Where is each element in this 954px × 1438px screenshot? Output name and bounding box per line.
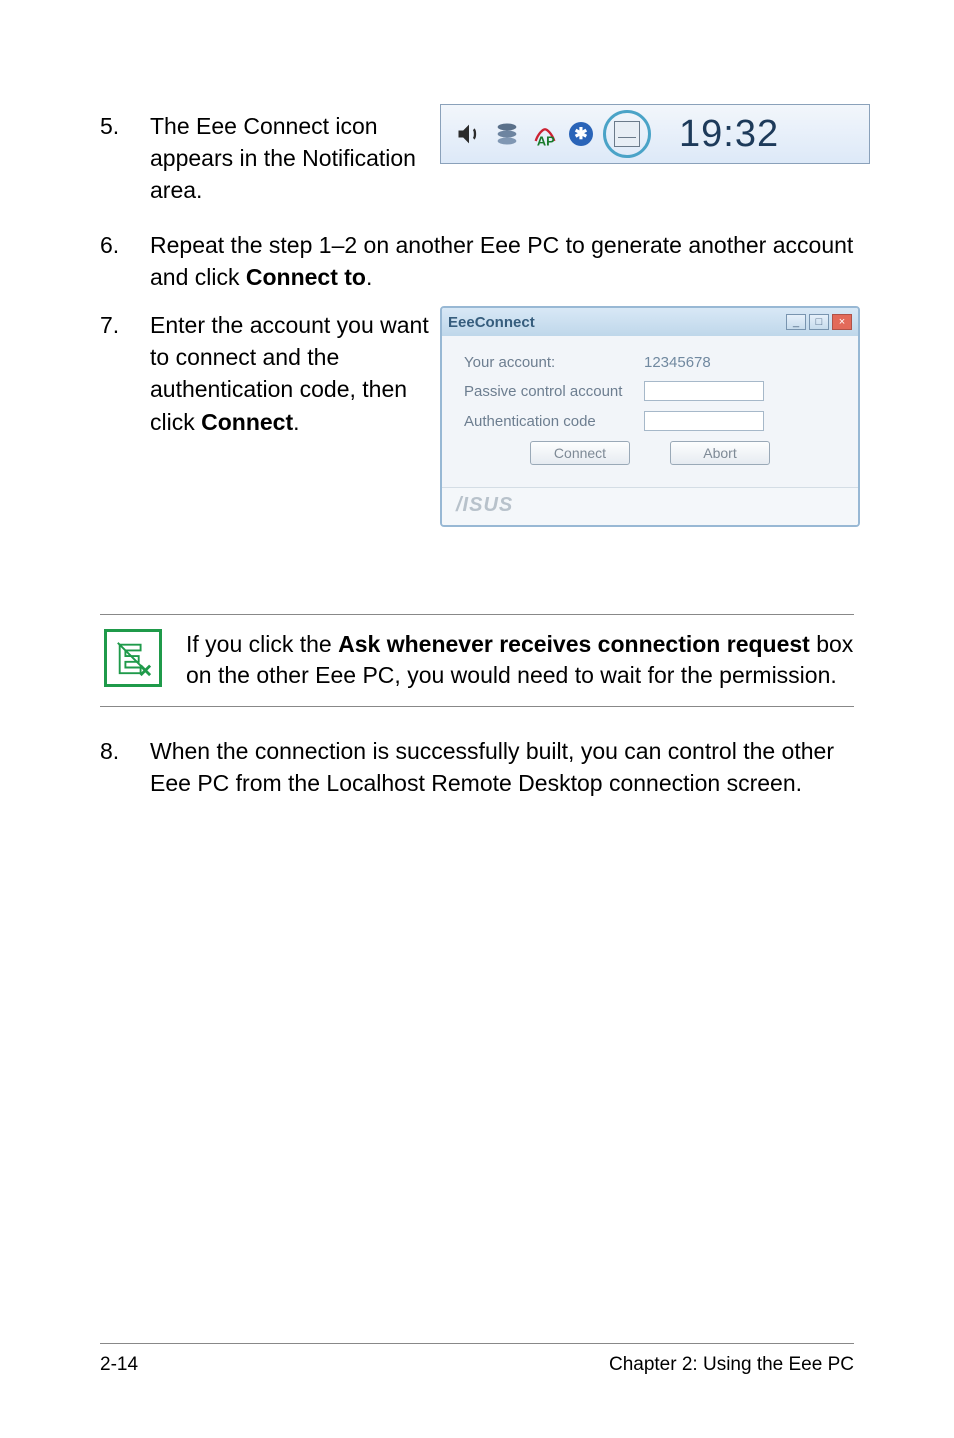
maximize-button[interactable]: □ (809, 314, 829, 330)
note-text-bold: Ask whenever receives connection request (338, 631, 810, 657)
your-account-label: Your account: (464, 354, 644, 371)
speaker-icon (455, 120, 483, 148)
eeeconnect-titlebar: EeeConnect _ □ × (442, 308, 858, 336)
close-button[interactable]: × (832, 314, 852, 330)
step-number: 6. (100, 229, 150, 293)
note-text-part: If you click the (186, 631, 338, 657)
disk-stack-icon (493, 120, 521, 148)
passive-account-label: Passive control account (464, 383, 644, 400)
ap-icon: AP (531, 120, 559, 148)
connect-button[interactable]: Connect (530, 441, 630, 465)
bluetooth-icon: ✱ (569, 122, 593, 146)
window-title: EeeConnect (448, 314, 535, 331)
step-text: Enter the account you want to connect an… (150, 309, 450, 438)
step-number: 5. (100, 110, 150, 207)
tray-clock: 19:32 (679, 113, 779, 156)
svg-text:AP: AP (537, 134, 555, 148)
page-footer: 2-14 Chapter 2: Using the Eee PC (100, 1343, 854, 1376)
step-number: 8. (100, 735, 150, 799)
notification-area-screenshot: AP ✱ 19:32 (440, 104, 870, 164)
eee-connect-tray-icon-highlight (603, 110, 651, 158)
step-text-part: . (366, 264, 372, 290)
brand-footer: /ISUS (442, 487, 858, 525)
step-text-part: . (293, 409, 299, 435)
page-number: 2-14 (100, 1354, 138, 1376)
step-text-bold: Connect (201, 409, 293, 435)
minimize-button[interactable]: _ (786, 314, 806, 330)
chapter-title: Chapter 2: Using the Eee PC (609, 1354, 854, 1376)
step-text-bold: Connect to (246, 264, 366, 290)
note-icon (104, 629, 162, 687)
auth-code-input[interactable] (644, 411, 764, 431)
step-text: When the connection is successfully buil… (150, 735, 854, 799)
eee-connect-tray-icon (614, 121, 640, 147)
eeeconnect-window: EeeConnect _ □ × Your account: 12345678 … (440, 306, 860, 527)
passive-account-input[interactable] (644, 381, 764, 401)
note-text: If you click the Ask whenever receives c… (186, 629, 854, 692)
note-block: If you click the Ask whenever receives c… (100, 614, 854, 707)
step-number: 7. (100, 309, 150, 438)
abort-button[interactable]: Abort (670, 441, 770, 465)
your-account-value: 12345678 (644, 354, 711, 371)
step-text: The Eee Connect icon appears in the Noti… (150, 110, 450, 207)
auth-code-label: Authentication code (464, 413, 644, 430)
step-text: Repeat the step 1–2 on another Eee PC to… (150, 229, 854, 293)
